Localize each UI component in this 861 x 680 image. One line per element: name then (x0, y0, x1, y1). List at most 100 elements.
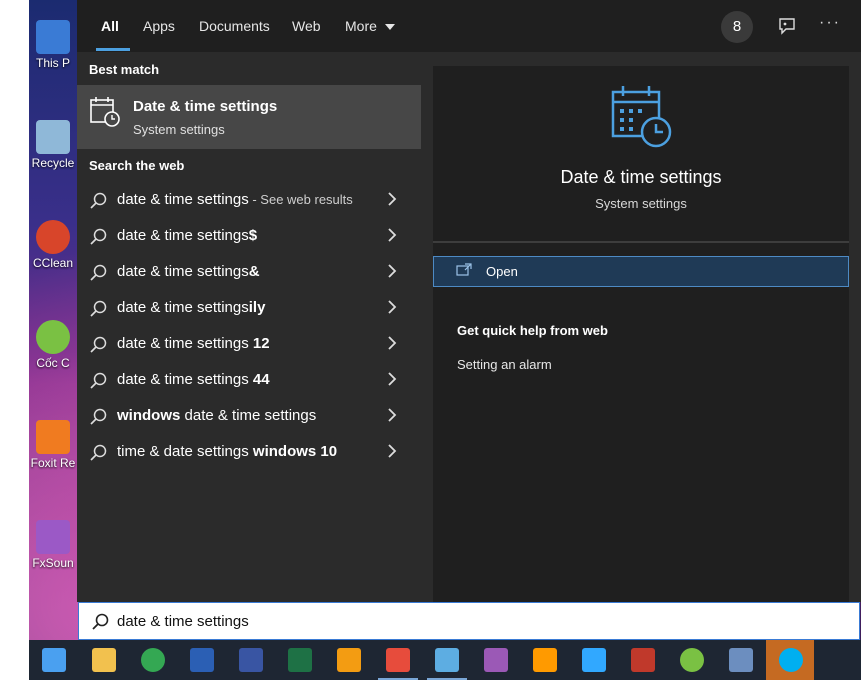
chevron-right-icon (387, 228, 397, 247)
game-icon[interactable] (631, 648, 655, 672)
start-icon[interactable] (42, 648, 66, 672)
web-result-bold: windows 10 (252, 443, 338, 460)
web-result-item[interactable]: date & time settings 44 (77, 362, 421, 398)
file-explorer-icon[interactable] (92, 648, 116, 672)
web-result-text: date & time settings - See web results (117, 191, 353, 208)
best-match-subtitle: System settings (133, 122, 225, 137)
chevron-right-icon (387, 264, 397, 283)
tab-web[interactable]: Web (292, 18, 321, 34)
illustrator-icon[interactable] (533, 648, 557, 672)
tab-documents[interactable]: Documents (199, 18, 270, 34)
desktop-icon-this-pc[interactable]: This P (29, 20, 77, 70)
active-tab-indicator (96, 48, 130, 51)
chevron-right-icon (387, 336, 397, 355)
fxsound-icon (36, 520, 70, 554)
web-result-item[interactable]: windows date & time settings (77, 398, 421, 434)
web-result-normal: date & time settings (117, 335, 253, 352)
web-result-item[interactable]: time & date settings windows 10 (77, 434, 421, 470)
calendar-clock-icon (611, 86, 672, 148)
skype-icon[interactable] (779, 648, 803, 672)
web-result-normal: date & time settings (180, 407, 317, 424)
tab-all[interactable]: All (101, 18, 119, 34)
paint-icon[interactable] (386, 648, 410, 672)
word-icon[interactable] (190, 648, 214, 672)
web-result-text: date & time settings 44 (117, 371, 270, 388)
web-result-text: date & time settingsily (117, 299, 265, 316)
web-result-bold: $ (248, 227, 258, 244)
open-icon (456, 263, 472, 276)
desktop-icon-fxsound[interactable]: FxSoun (29, 520, 77, 570)
search-icon (90, 264, 107, 281)
calculator-icon[interactable] (729, 648, 753, 672)
web-result-bold: & (248, 263, 260, 280)
preview-pane: Date & time settings System settings Ope… (433, 66, 849, 602)
tab-more-label: More (345, 18, 377, 34)
web-result-item[interactable]: date & time settings 12 (77, 326, 421, 362)
web-result-normal: date & time settings (117, 299, 249, 316)
search-icon (90, 192, 107, 209)
results-list: Best match Date & time settings System s… (77, 52, 421, 602)
web-result-bold: 12 (252, 335, 270, 352)
web-result-text: date & time settings 12 (117, 335, 270, 352)
more-options-icon[interactable]: ··· (819, 14, 841, 32)
tab-more[interactable]: More (345, 18, 395, 34)
web-result-normal: date & time settings (117, 371, 253, 388)
caret-down-icon (384, 24, 395, 30)
taskbar (29, 640, 861, 680)
web-result-bold: ily (248, 299, 266, 316)
search-panel: All Apps Documents Web More 8 ··· Best m… (77, 0, 861, 602)
search-icon (90, 372, 107, 389)
chevron-right-icon (387, 300, 397, 319)
web-result-normal: date & time settings (117, 227, 249, 244)
preview-title: Date & time settings (560, 167, 722, 187)
ccleaner-icon (36, 220, 70, 254)
feedback-icon[interactable] (777, 16, 797, 36)
quick-help-link[interactable]: Setting an alarm (457, 357, 552, 372)
coc-coc-icon[interactable] (680, 648, 704, 672)
search-input[interactable]: date & time settings (117, 613, 249, 630)
chrome-icon[interactable] (141, 648, 165, 672)
web-result-normal: date & time settings (117, 263, 249, 280)
premiere-icon[interactable] (484, 648, 508, 672)
search-icon (90, 444, 107, 461)
desktop-icon-coc-coc[interactable]: Cốc C (29, 320, 77, 370)
tab-apps[interactable]: Apps (143, 18, 175, 34)
web-result-text: date & time settings& (117, 263, 260, 280)
search-icon (90, 300, 107, 317)
chevron-right-icon (387, 372, 397, 391)
web-result-text: date & time settings$ (117, 227, 257, 244)
web-result-item[interactable]: date & time settings - See web results (77, 182, 421, 218)
photoshop-icon[interactable] (582, 648, 606, 672)
open-button[interactable]: Open (433, 256, 849, 287)
paint-brush-icon[interactable] (435, 648, 459, 672)
excel-icon[interactable] (288, 648, 312, 672)
search-icon (92, 613, 109, 630)
web-result-prefix-bold: windows (117, 407, 181, 424)
web-result-normal: date & time settings (117, 191, 249, 208)
desktop-icon-recycle-bin[interactable]: Recycle (29, 120, 77, 170)
chevron-right-icon (387, 408, 397, 427)
quick-help-heading: Get quick help from web (457, 323, 608, 338)
web-result-normal: time & date settings (117, 443, 253, 460)
web-result-suffix: - See web results (248, 192, 353, 207)
desktop-icon-foxit[interactable]: Foxit Re (29, 420, 77, 470)
best-match-title: Date & time settings (133, 98, 278, 115)
web-result-item[interactable]: date & time settings$ (77, 218, 421, 254)
search-web-heading: Search the web (89, 158, 185, 173)
computer-icon (36, 20, 70, 54)
web-result-item[interactable]: date & time settings& (77, 254, 421, 290)
media-player-icon[interactable] (337, 648, 361, 672)
open-label: Open (486, 264, 518, 279)
search-scope-bar: All Apps Documents Web More 8 ··· (77, 0, 861, 52)
calendar-clock-icon (90, 97, 120, 127)
search-box[interactable]: date & time settings (78, 602, 860, 640)
rewards-badge[interactable]: 8 (721, 11, 753, 43)
visio-icon[interactable] (239, 648, 263, 672)
preview-subtitle: System settings (595, 196, 687, 211)
search-icon (90, 228, 107, 245)
foxit-pdf-icon (36, 420, 70, 454)
divider (433, 241, 849, 243)
best-match-item[interactable]: Date & time settings System settings (77, 85, 421, 149)
web-result-item[interactable]: date & time settingsily (77, 290, 421, 326)
desktop-icon-ccleaner[interactable]: CClean (29, 220, 77, 270)
